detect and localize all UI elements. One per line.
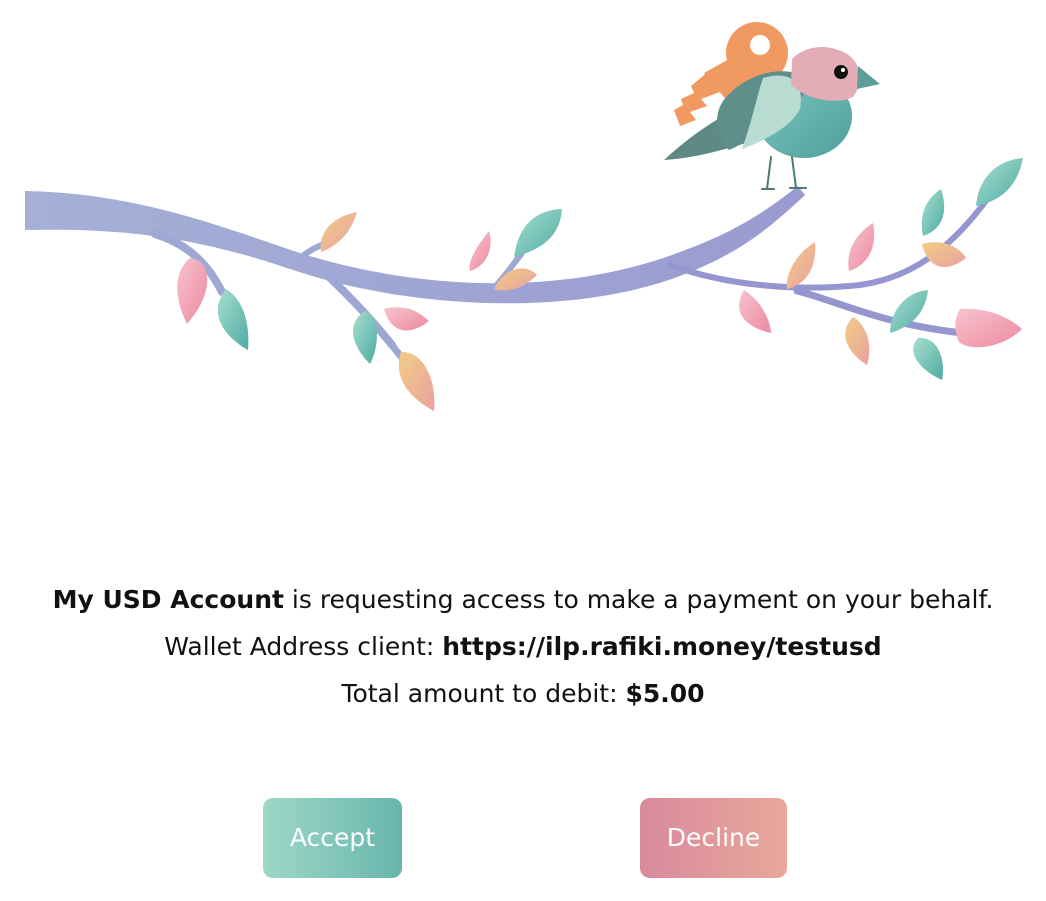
debit-amount-value: $5.00 bbox=[625, 679, 705, 708]
requester-name: My USD Account bbox=[52, 585, 284, 614]
requester-line: My USD Account is requesting access to m… bbox=[0, 576, 1046, 623]
wallet-address-value: https://ilp.rafiki.money/testusd bbox=[442, 632, 882, 661]
consent-message: My USD Account is requesting access to m… bbox=[0, 576, 1046, 717]
debit-amount-line: Total amount to debit: $5.00 bbox=[0, 670, 1046, 717]
bird-branch-illustration bbox=[25, 22, 1023, 411]
accept-button[interactable]: Accept bbox=[263, 798, 402, 878]
payment-consent-page: My USD Account is requesting access to m… bbox=[0, 0, 1046, 901]
wallet-address-line: Wallet Address client: https://ilp.rafik… bbox=[0, 623, 1046, 670]
decline-button[interactable]: Decline bbox=[640, 798, 787, 878]
debit-amount-label: Total amount to debit: bbox=[341, 679, 626, 708]
request-description: is requesting access to make a payment o… bbox=[283, 585, 994, 614]
wallet-address-label: Wallet Address client: bbox=[164, 632, 443, 661]
